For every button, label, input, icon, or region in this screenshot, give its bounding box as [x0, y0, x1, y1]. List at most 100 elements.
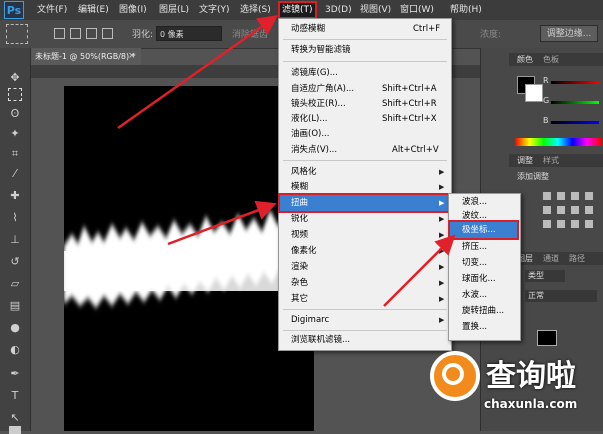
- feather-input[interactable]: 0 像素: [156, 26, 222, 41]
- feather-label: 羽化:: [132, 30, 154, 40]
- lasso-tool-icon[interactable]: ʘ: [6, 106, 24, 121]
- menu-item-sharpen[interactable]: 锐化: [291, 212, 308, 226]
- submenu-item-shear[interactable]: 切变...: [462, 256, 487, 270]
- blur-tool-icon[interactable]: ●: [6, 320, 24, 335]
- menu-3d[interactable]: 3D(D): [325, 3, 352, 17]
- menu-item-digimarc[interactable]: Digimarc: [291, 313, 329, 327]
- brush-tool-icon[interactable]: ⌇: [6, 210, 24, 225]
- menu-item-noise[interactable]: 杂色: [291, 276, 308, 290]
- submenu-item-pinch[interactable]: 挤压...: [462, 240, 487, 254]
- adjust-title: 添加调整: [517, 172, 549, 181]
- menu-item-blur[interactable]: 模糊: [291, 180, 308, 194]
- healing-brush-tool-icon[interactable]: ✚: [6, 188, 24, 203]
- submenu-arrow-icon: ▶: [439, 199, 445, 207]
- magic-wand-tool-icon[interactable]: ✦: [6, 126, 24, 141]
- dodge-tool-icon[interactable]: ◐: [6, 342, 24, 357]
- menu-type[interactable]: 文字(Y): [199, 3, 230, 17]
- move-tool-icon[interactable]: ✥: [6, 70, 24, 85]
- subtract-selection-icon[interactable]: [86, 28, 97, 39]
- submenu-arrow-icon: ▶: [439, 183, 445, 191]
- menu-select[interactable]: 选择(S): [240, 3, 271, 17]
- submenu-item-wave[interactable]: 波浪...: [462, 195, 487, 209]
- b-slider[interactable]: [551, 121, 599, 124]
- type-tool-icon[interactable]: T: [6, 388, 24, 403]
- pen-tool-icon[interactable]: ✒: [6, 366, 24, 381]
- motion-blur-stripe-image: [64, 208, 314, 308]
- menu-separator: [283, 160, 447, 161]
- gradient-tool-icon[interactable]: ▤: [6, 298, 24, 313]
- crop-tool-icon[interactable]: ⌗: [6, 146, 24, 161]
- menu-file[interactable]: 文件(F): [37, 3, 67, 17]
- menu-item-vanishing-point[interactable]: 消失点(V)...: [291, 143, 337, 157]
- submenu-item-polar-coordinates[interactable]: 极坐标...: [462, 223, 496, 237]
- menu-item-motion-blur[interactable]: 动感模糊: [291, 22, 325, 36]
- menu-item-other[interactable]: 其它: [291, 292, 308, 306]
- tab-adjustments[interactable]: 调整: [513, 154, 537, 167]
- g-slider[interactable]: [551, 101, 599, 104]
- marquee-tool-icon[interactable]: [8, 88, 22, 101]
- add-selection-icon[interactable]: [70, 28, 81, 39]
- new-selection-icon[interactable]: [54, 28, 65, 39]
- submenu-item-twirl[interactable]: 旋转扭曲...: [462, 304, 504, 318]
- menu-item-video[interactable]: 视频: [291, 228, 308, 242]
- menu-edit[interactable]: 编辑(E): [78, 3, 109, 17]
- menu-layer[interactable]: 图层(L): [159, 3, 189, 17]
- document-tab[interactable]: 未标题-1 @ 50%(RGB/8) *: [31, 48, 141, 65]
- menu-help[interactable]: 帮助(H): [450, 3, 482, 17]
- eyedropper-tool-icon[interactable]: ⁄: [6, 166, 24, 181]
- menu-item-pixelate[interactable]: 像素化: [291, 244, 317, 258]
- menu-window[interactable]: 窗口(W): [400, 3, 434, 17]
- r-slider[interactable]: [551, 81, 599, 84]
- menu-item-browse-filters-online[interactable]: 浏览联机滤镜...: [291, 333, 350, 347]
- submenu-item-displace[interactable]: 置换...: [462, 320, 487, 334]
- clone-stamp-tool-icon[interactable]: ⊥: [6, 232, 24, 247]
- shortcut-text: Shift+Ctrl+A: [382, 84, 437, 94]
- eraser-tool-icon[interactable]: ▱: [6, 276, 24, 291]
- shape-tool-icon[interactable]: [9, 426, 21, 434]
- menu-item-adaptive-wide-angle[interactable]: 自适应广角(A)...: [291, 82, 354, 96]
- submenu-item-ripple[interactable]: 波纹...: [462, 209, 487, 223]
- tab-color[interactable]: 颜色: [513, 53, 537, 66]
- tools-panel: ✥ ʘ ✦ ⌗ ⁄ ✚ ⌇ ⊥ ↺ ▱ ▤ ● ◐ ✒ T ↖: [0, 48, 31, 434]
- menu-image[interactable]: 图像(I): [119, 3, 147, 17]
- blend-mode-select[interactable]: 正常: [525, 290, 597, 302]
- layer-thumbnail[interactable]: [537, 330, 557, 346]
- color-spectrum[interactable]: [515, 138, 601, 146]
- menu-item-distort[interactable]: 扭曲: [291, 196, 308, 210]
- menu-item-filter-gallery[interactable]: 滤镜库(G)...: [291, 66, 338, 80]
- tab-styles[interactable]: 样式: [539, 154, 563, 167]
- background-color-swatch[interactable]: [525, 84, 543, 102]
- tab-paths[interactable]: 路径: [565, 252, 589, 265]
- watermark-url: chaxunla.com: [484, 397, 578, 411]
- menu-item-stylize[interactable]: 风格化: [291, 165, 317, 179]
- antialias-label[interactable]: 消除锯齿: [232, 27, 268, 40]
- document-canvas[interactable]: [64, 86, 314, 431]
- menu-item-render[interactable]: 渲染: [291, 260, 308, 274]
- history-brush-tool-icon[interactable]: ↺: [6, 254, 24, 269]
- tab-channels[interactable]: 通道: [539, 252, 563, 265]
- marquee-preset-icon[interactable]: [6, 24, 28, 44]
- watermark: 查询啦 chaxunla.com: [424, 345, 600, 427]
- intersect-selection-icon[interactable]: [102, 28, 113, 39]
- menu-separator: [283, 61, 447, 62]
- channel-b-label: B: [543, 116, 549, 125]
- layer-kind-filter[interactable]: 类型: [525, 270, 565, 282]
- close-tab-icon[interactable]: ×: [128, 48, 138, 65]
- adjustment-icons[interactable]: [541, 190, 601, 230]
- shortcut-text: Ctrl+F: [413, 24, 441, 34]
- menu-item-liquify[interactable]: 液化(L)...: [291, 112, 327, 126]
- refine-edge-button[interactable]: 调整边缘...: [540, 25, 598, 42]
- menu-view[interactable]: 视图(V): [360, 3, 391, 17]
- submenu-item-zigzag[interactable]: 水波...: [462, 288, 487, 302]
- submenu-item-spherize[interactable]: 球面化...: [462, 272, 496, 286]
- submenu-arrow-icon: ▶: [439, 168, 445, 176]
- menu-item-convert-smart-filter[interactable]: 转换为智能滤镜: [291, 43, 351, 57]
- path-selection-tool-icon[interactable]: ↖: [6, 410, 24, 425]
- menu-filter[interactable]: 滤镜(T): [278, 1, 317, 19]
- tab-swatches[interactable]: 色板: [539, 53, 563, 66]
- photoshop-logo: Ps: [4, 1, 24, 19]
- menu-item-oil-paint[interactable]: 油画(O)...: [291, 127, 329, 141]
- menu-item-lens-correction[interactable]: 镜头校正(R)...: [291, 97, 346, 111]
- submenu-arrow-icon: ▶: [439, 263, 445, 271]
- distort-submenu: 波浪... 波纹... 极坐标... 挤压... 切变... 球面化... 水波…: [448, 193, 521, 341]
